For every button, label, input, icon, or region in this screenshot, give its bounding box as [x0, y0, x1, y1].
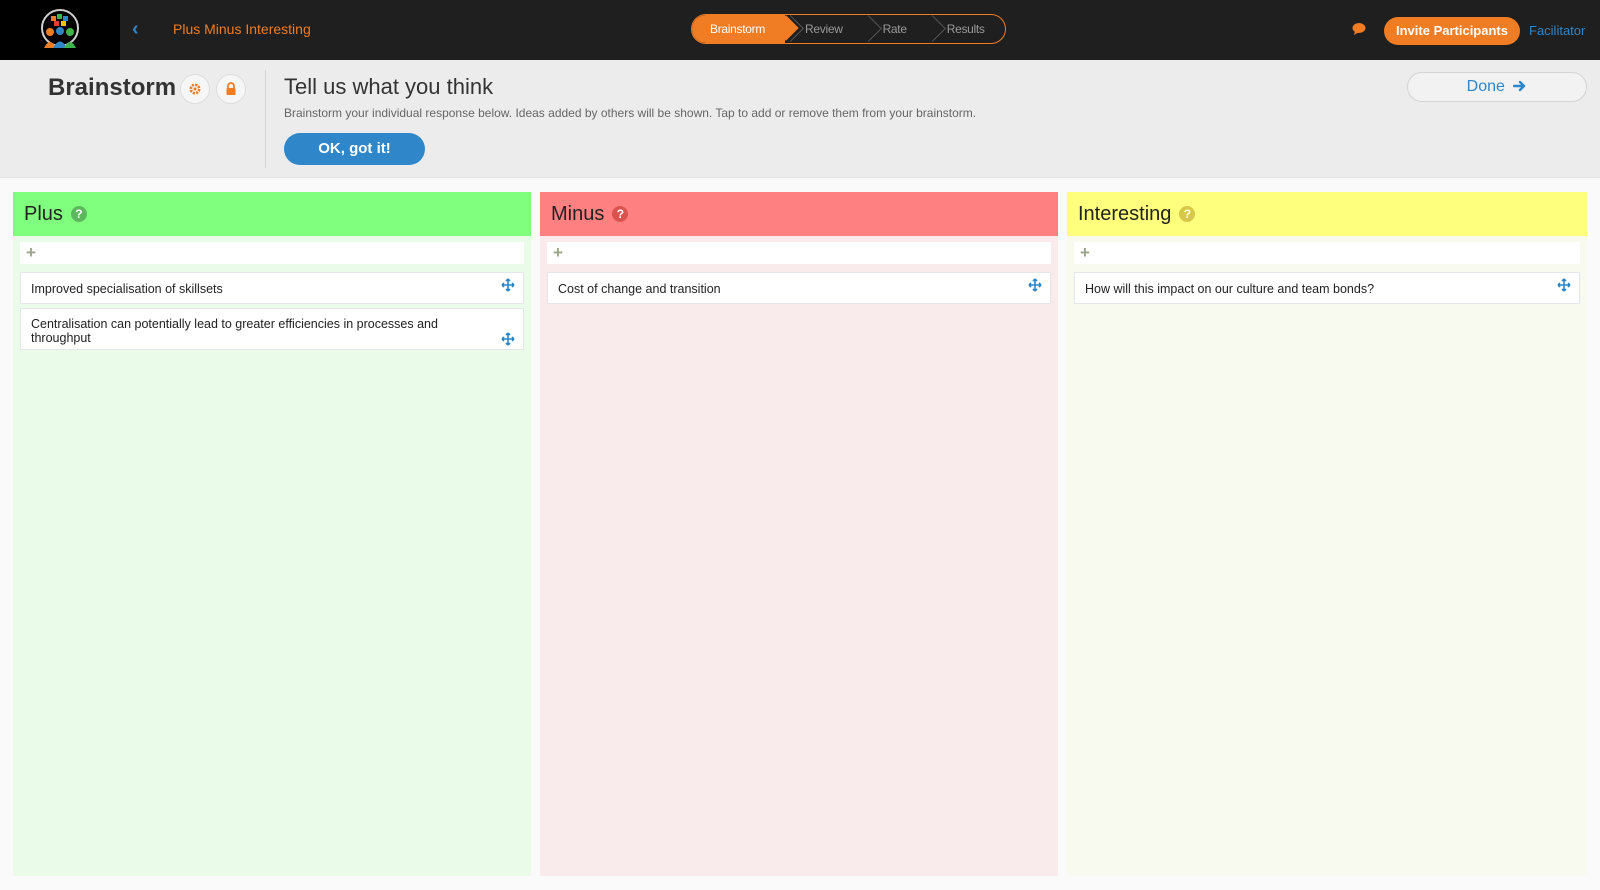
chat-bubble-icon[interactable]	[1352, 22, 1366, 36]
move-handle-icon[interactable]	[1028, 278, 1042, 292]
done-label: Done	[1466, 78, 1505, 95]
app-title[interactable]: Plus Minus Interesting	[173, 21, 311, 37]
idea-card[interactable]: Cost of change and transition	[547, 272, 1051, 304]
lock-button[interactable]	[216, 74, 246, 104]
idea-text: Cost of change and transition	[558, 282, 721, 296]
column-minus-header: Minus ?	[540, 192, 1058, 236]
add-idea-input[interactable]: +	[547, 242, 1051, 264]
add-idea-input[interactable]: +	[1074, 242, 1580, 264]
step-results[interactable]: Results	[927, 15, 1005, 43]
help-icon[interactable]: ?	[612, 206, 629, 222]
idea-text: Improved specialisation of skillsets	[31, 282, 223, 296]
column-interesting: Interesting ? + How will this impact on …	[1067, 192, 1587, 876]
ok-got-it-button[interactable]: OK, got it!	[284, 133, 425, 165]
app-logo[interactable]	[0, 0, 120, 60]
done-button[interactable]: Done	[1407, 72, 1587, 102]
idea-card[interactable]: How will this impact on our culture and …	[1074, 272, 1580, 304]
header-divider	[265, 70, 266, 168]
settings-button[interactable]	[180, 74, 210, 104]
page-title: Brainstorm	[48, 74, 177, 101]
move-handle-icon[interactable]	[501, 332, 515, 346]
facilitator-link[interactable]: Facilitator	[1529, 23, 1585, 38]
invite-participants-button[interactable]: Invite Participants	[1384, 17, 1520, 45]
prompt-heading: Tell us what you think	[284, 74, 494, 99]
column-title: Interesting	[1078, 202, 1172, 225]
plus-icon: +	[26, 243, 36, 262]
column-plus: Plus ? + Improved specialisation of skil…	[13, 192, 531, 876]
idea-text: Centralisation can potentially lead to g…	[31, 317, 438, 345]
idea-card[interactable]: Improved specialisation of skillsets	[20, 272, 524, 304]
column-plus-header: Plus ?	[13, 192, 531, 236]
gear-icon	[189, 83, 201, 95]
plus-icon: +	[553, 243, 563, 262]
idea-text: How will this impact on our culture and …	[1085, 282, 1375, 296]
people-logo-icon	[41, 9, 79, 48]
column-interesting-header: Interesting ?	[1067, 192, 1587, 236]
move-handle-icon[interactable]	[501, 278, 515, 292]
step-rate[interactable]: Rate	[863, 15, 927, 43]
top-bar: ‹ Plus Minus Interesting Brainstorm Revi…	[0, 0, 1600, 60]
lock-icon	[226, 82, 236, 95]
brainstorm-board: Plus ? + Improved specialisation of skil…	[0, 178, 1600, 890]
plus-icon: +	[1080, 243, 1090, 262]
move-handle-icon[interactable]	[1557, 278, 1571, 292]
idea-card[interactable]: Centralisation can potentially lead to g…	[20, 308, 524, 350]
activity-header: Brainstorm Tell us what you think Brains…	[0, 60, 1600, 178]
column-title: Plus	[24, 202, 63, 225]
help-icon[interactable]: ?	[1179, 206, 1196, 222]
prompt-description: Brainstorm your individual response belo…	[284, 106, 977, 120]
back-chevron-icon[interactable]: ‹	[132, 18, 139, 41]
help-icon[interactable]: ?	[70, 206, 87, 222]
workflow-steps: Brainstorm Review Rate Results	[691, 14, 1006, 44]
arrow-right-icon	[1513, 80, 1526, 92]
column-minus: Minus ? + Cost of change and transition	[540, 192, 1058, 876]
column-title: Minus	[551, 202, 605, 225]
step-brainstorm[interactable]: Brainstorm	[692, 15, 786, 43]
add-idea-input[interactable]: +	[20, 242, 524, 264]
